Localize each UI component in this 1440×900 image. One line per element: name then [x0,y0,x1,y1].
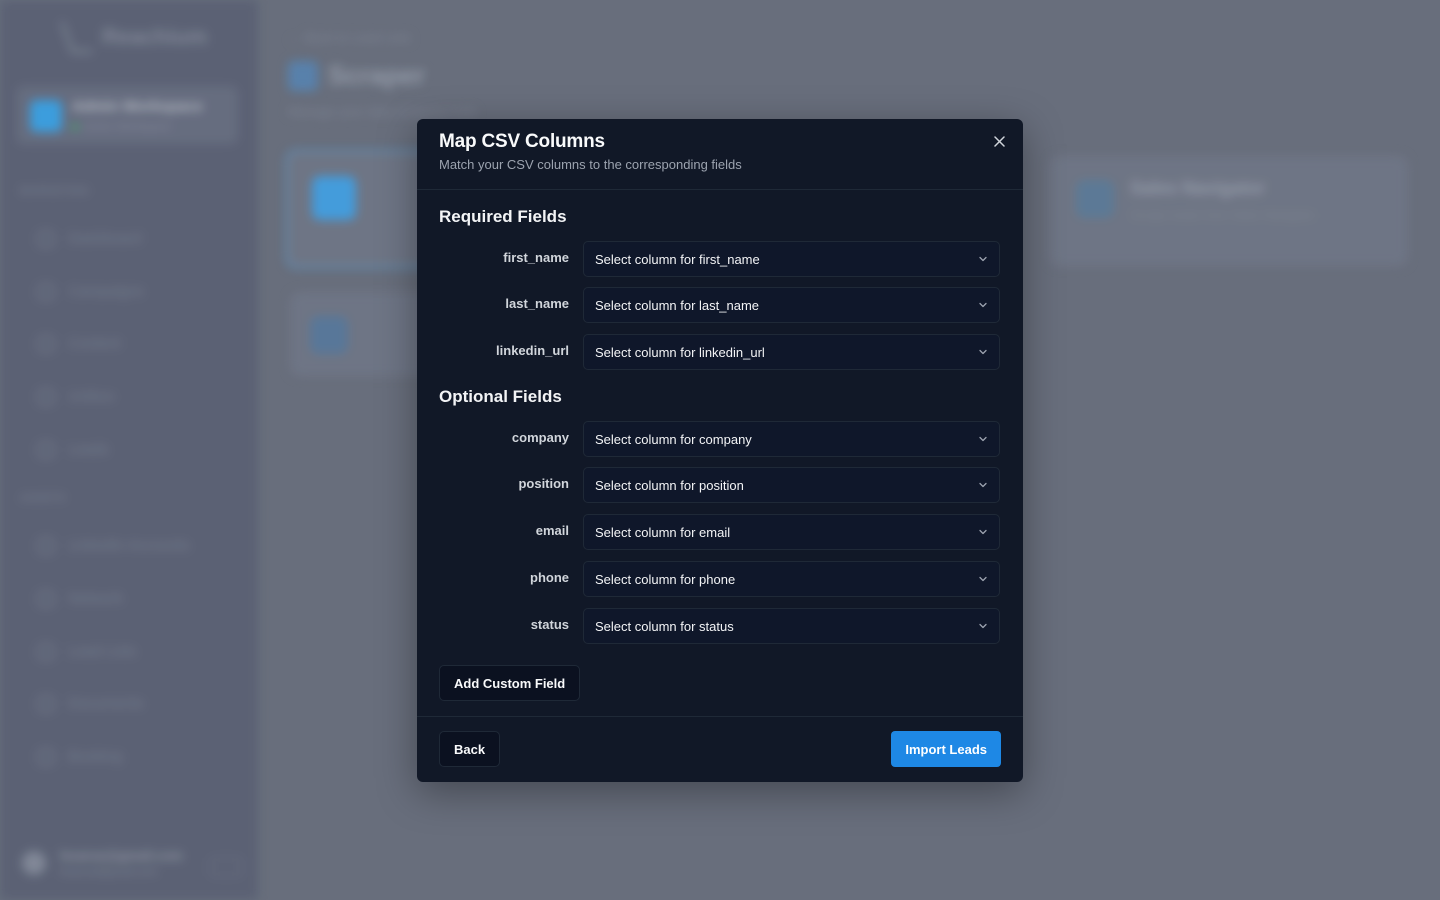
chevron-down-icon [979,436,987,442]
close-icon [993,135,1005,147]
map-csv-columns-dialog: Map CSV Columns Match your CSV columns t… [417,119,1023,782]
field-row-position: position Select column for position [439,467,1000,503]
field-label: email [535,523,569,538]
dialog-body: Required Fields first_name Select column… [417,190,1023,716]
required-fields-title: Required Fields [439,207,567,226]
import-leads-button[interactable]: Import Leads [891,731,1001,767]
chevron-down-icon [979,349,987,355]
phone-column-select[interactable]: Select column for phone [583,561,1000,597]
dialog-header: Map CSV Columns Match your CSV columns t… [417,119,1023,190]
field-row-last-name: last_name Select column for last_name [439,287,1000,323]
chevron-down-icon [979,256,987,262]
field-row-email: email Select column for email [439,514,1000,550]
field-label: last_name [505,296,569,311]
email-column-select[interactable]: Select column for email [583,514,1000,550]
dialog-subtitle: Match your CSV columns to the correspond… [439,157,742,172]
position-column-select[interactable]: Select column for position [583,467,1000,503]
chevron-down-icon [979,576,987,582]
back-button[interactable]: Back [439,731,501,767]
field-label: position [518,476,569,491]
chevron-down-icon [979,302,987,308]
chevron-down-icon [979,482,987,488]
field-label: company [511,430,569,445]
status-column-select[interactable]: Select column for status [583,608,1000,644]
field-label: linkedin_url [496,343,569,358]
field-row-first-name: first_name Select column for first_name [439,241,1000,277]
chevron-down-icon [979,623,987,629]
field-row-company: company Select column for company [439,421,1000,457]
field-row-status: status Select column for status [439,608,1000,644]
add-custom-field-button[interactable]: Add Custom Field [439,665,581,701]
dialog-footer: Back Import Leads [417,716,1023,782]
field-row-phone: phone Select column for phone [439,561,1000,597]
field-label: phone [530,570,569,585]
first-name-column-select[interactable]: Select column for first_name [583,241,1000,277]
linkedin-url-column-select[interactable]: Select column for linkedin_url [583,334,1000,370]
field-row-linkedin-url: linkedin_url Select column for linkedin_… [439,334,1000,370]
field-label: status [530,617,569,632]
field-label: first_name [503,250,569,265]
company-column-select[interactable]: Select column for company [583,421,1000,457]
close-button[interactable] [989,131,1009,151]
dialog-title: Map CSV Columns [439,131,605,152]
chevron-down-icon [979,529,987,535]
optional-fields-title: Optional Fields [439,387,562,406]
last-name-column-select[interactable]: Select column for last_name [583,287,1000,323]
